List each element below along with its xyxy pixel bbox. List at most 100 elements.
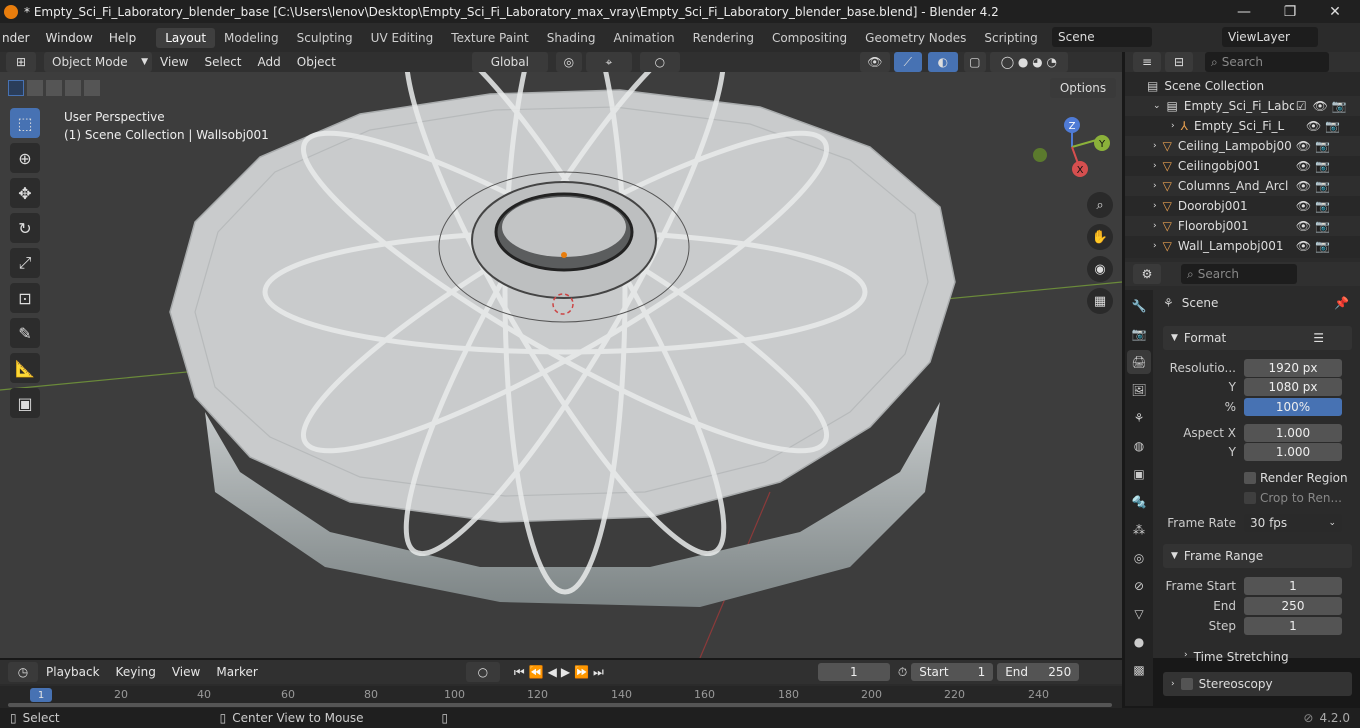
eye-icon[interactable]: 👁 (1296, 159, 1311, 173)
3d-viewport[interactable]: User Perspective (1) Scene Collection | … (0, 72, 1122, 658)
timeline-editor-icon[interactable]: ◷ (8, 662, 38, 682)
menu-window[interactable]: Window (38, 31, 101, 45)
frame-start-field[interactable]: 1 (1244, 577, 1342, 595)
zoom-icon[interactable]: ⌕ (1087, 192, 1113, 218)
gizmo-toggle-icon[interactable]: ⟋ (893, 52, 922, 72)
overlay-toggle-icon[interactable]: ◐ (927, 52, 958, 72)
eye-icon[interactable]: 👁 (1296, 139, 1311, 153)
resolution-percent-field[interactable]: 100% (1244, 398, 1342, 416)
physics-tab-icon[interactable]: ◎ (1127, 546, 1151, 570)
properties-editor-icon[interactable]: ⚙ (1133, 264, 1161, 284)
stereoscopy-panel-header[interactable]: › Stereoscopy (1163, 672, 1352, 696)
select-extend-icon[interactable] (27, 80, 43, 96)
select-invert-icon[interactable] (65, 80, 81, 96)
scale-tool-icon[interactable]: ⤢ (10, 248, 40, 278)
camera-icon[interactable]: 📷 (1315, 139, 1330, 153)
camera-icon[interactable]: 📷 (1315, 159, 1330, 173)
frame-step-field[interactable]: 1 (1244, 617, 1342, 635)
end-frame-field[interactable]: End 250 (997, 663, 1080, 681)
menu-view[interactable]: View (152, 55, 196, 69)
menu-object[interactable]: Object (289, 55, 344, 69)
eye-icon[interactable]: 👁 (1296, 239, 1311, 253)
tab-shading[interactable]: Shading (538, 28, 605, 48)
maximize-button[interactable]: ❐ (1268, 0, 1312, 23)
tool-tab-icon[interactable]: 🔧 (1127, 294, 1151, 318)
current-frame-field[interactable]: 1 (817, 663, 890, 681)
eye-icon[interactable]: 👁 (1306, 119, 1321, 133)
tab-texture-paint[interactable]: Texture Paint (442, 28, 537, 48)
close-button[interactable]: ✕ (1313, 0, 1357, 23)
camera-icon[interactable]: 📷 (1315, 179, 1330, 193)
menu-help[interactable]: Help (101, 31, 144, 45)
start-frame-field[interactable]: Start 1 (911, 663, 994, 681)
outliner-editor-icon[interactable]: ≡ (1133, 52, 1161, 72)
rotate-tool-icon[interactable]: ↻ (10, 213, 40, 243)
outliner-item-row[interactable]: › ▽ Doorobj001 👁 📷 (1125, 196, 1360, 216)
tab-uv-editing[interactable]: UV Editing (362, 28, 443, 48)
frame-end-field[interactable]: 250 (1244, 597, 1342, 615)
presets-icon[interactable]: ☰ (1313, 331, 1324, 345)
select-intersect-icon[interactable] (84, 80, 100, 96)
checkbox-icon[interactable]: ☑ (1296, 99, 1307, 113)
stopwatch-icon[interactable]: ⏱ (898, 665, 907, 680)
modifier-tab-icon[interactable]: 🔩 (1127, 490, 1151, 514)
proportional-edit-icon[interactable]: ○ (639, 52, 680, 72)
visibility-icon[interactable]: 👁 (859, 52, 890, 72)
display-mode-icon[interactable]: ⊟ (1165, 52, 1193, 72)
camera-icon[interactable]: 📷 (1325, 119, 1340, 133)
constraints-tab-icon[interactable]: ⊘ (1127, 574, 1151, 598)
crop-checkbox[interactable] (1244, 492, 1256, 504)
render-region-checkbox[interactable] (1244, 472, 1256, 484)
tab-animation[interactable]: Animation (604, 28, 683, 48)
outliner-item-row[interactable]: › ▽ Floorobj001 👁 📷 (1125, 216, 1360, 236)
outliner-item-row[interactable]: › ▽ Ceilingobj001 👁 📷 (1125, 156, 1360, 176)
camera-icon[interactable]: 📷 (1315, 199, 1330, 213)
prev-keyframe-icon[interactable]: ⏪ (529, 665, 544, 680)
measure-tool-icon[interactable]: 📐 (10, 353, 40, 383)
outliner-item-row[interactable]: › ⅄ Empty_Sci_Fi_L 👁 📷 (1125, 116, 1360, 136)
viewlayer-selector[interactable]: ViewLayer (1222, 27, 1318, 47)
outliner-item-row[interactable]: › ▽ Wall_Lampobj001 👁 📷 (1125, 236, 1360, 256)
properties-search[interactable]: ⌕ Search (1181, 264, 1297, 284)
format-panel-header[interactable]: ▼ Format ☰ (1163, 326, 1352, 350)
tab-sculpting[interactable]: Sculpting (288, 28, 362, 48)
frame-rate-dropdown[interactable]: 30 fps ⌄ (1244, 514, 1342, 532)
time-stretching-subpanel[interactable]: › Time Stretching (1184, 650, 1289, 664)
jump-start-icon[interactable]: ⏮ (514, 665, 525, 680)
aspect-x-field[interactable]: 1.000 (1244, 424, 1342, 442)
particles-tab-icon[interactable]: ⁂ (1127, 518, 1151, 542)
frame-range-panel-header[interactable]: ▼ Frame Range (1163, 544, 1352, 568)
outliner-item-row[interactable]: › ▽ Ceiling_Lampobj00 👁 📷 (1125, 136, 1360, 156)
object-tab-icon[interactable]: ▣ (1127, 462, 1151, 486)
transform-tool-icon[interactable]: ⊡ (10, 283, 40, 313)
ortho-grid-icon[interactable]: ▦ (1087, 288, 1113, 314)
resolution-y-field[interactable]: 1080 px (1244, 378, 1342, 396)
tab-modeling[interactable]: Modeling (215, 28, 288, 48)
menu-render[interactable]: nder (0, 31, 38, 45)
playback-menu[interactable]: Playback (38, 665, 108, 679)
play-reverse-icon[interactable]: ◀ (548, 665, 557, 680)
options-dropdown[interactable]: Options (1050, 78, 1116, 98)
view-layer-tab-icon[interactable]: 🖼 (1127, 378, 1151, 402)
render-tab-icon[interactable]: 📷 (1127, 322, 1151, 346)
transform-orientation-dropdown[interactable]: Global (471, 52, 548, 72)
tab-layout[interactable]: Layout (156, 27, 216, 48)
eye-icon[interactable]: 👁 (1296, 219, 1311, 233)
add-cube-tool-icon[interactable]: ▣ (10, 388, 40, 418)
camera-view-icon[interactable]: ◉ (1087, 256, 1113, 282)
texture-tab-icon[interactable]: ▩ (1127, 658, 1151, 682)
keying-menu[interactable]: Keying (108, 665, 164, 679)
menu-add[interactable]: Add (250, 55, 289, 69)
navigation-gizmo[interactable]: Z Y X (1030, 117, 1114, 187)
xray-icon[interactable]: ▢ (963, 52, 986, 72)
menu-select[interactable]: Select (196, 55, 249, 69)
data-tab-icon[interactable]: ▽ (1127, 602, 1151, 626)
pan-hand-icon[interactable]: ✋ (1087, 224, 1113, 250)
shading-mode-icons[interactable]: ◯ ● ◕ ◔ (989, 52, 1068, 72)
pivot-icon[interactable]: ◎ (555, 52, 582, 72)
outliner-item-row[interactable]: ⌄ ▤ Empty_Sci_Fi_Labo ☑ 👁 📷 (1125, 96, 1360, 116)
stereoscopy-checkbox[interactable] (1180, 678, 1193, 690)
select-new-icon[interactable] (8, 80, 24, 96)
snap-icon[interactable]: ⌖ (585, 52, 632, 72)
editor-type-icon[interactable]: ⊞ (6, 52, 36, 72)
